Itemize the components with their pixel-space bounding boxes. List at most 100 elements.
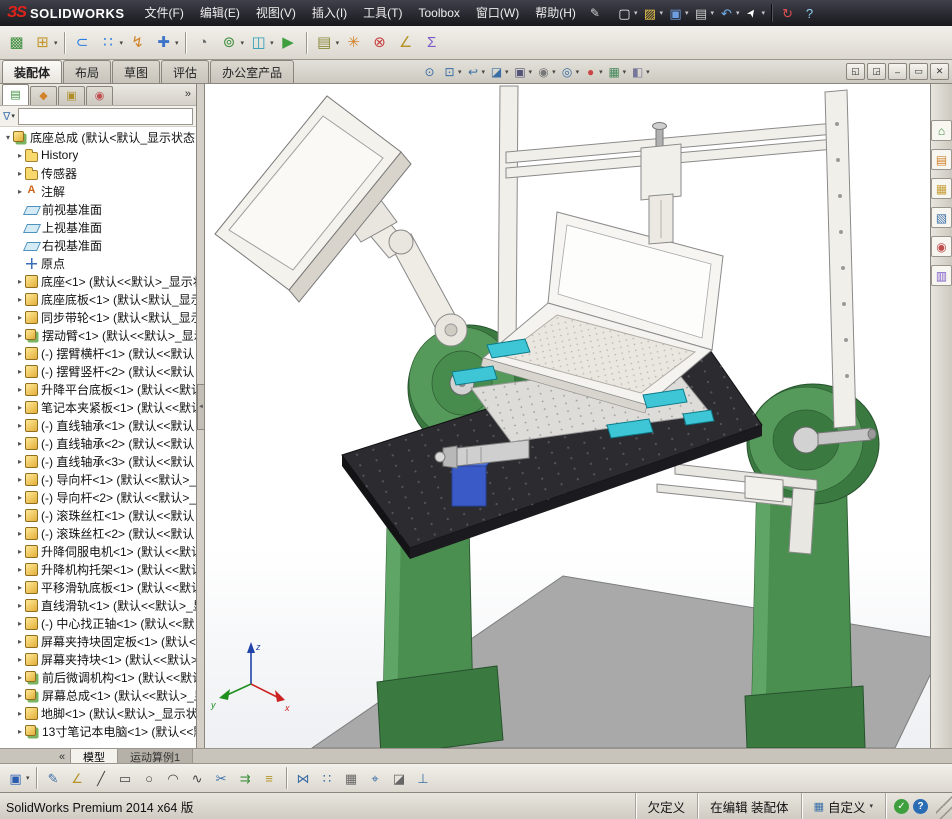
tree-item[interactable]: ▸ 传感器 bbox=[0, 164, 196, 182]
tab-sketch[interactable]: 草图 bbox=[112, 60, 161, 83]
tree-item[interactable]: ▸ (-) 直线轴承<3> (默认<<默认 bbox=[0, 452, 196, 470]
monitor[interactable] bbox=[214, 95, 412, 303]
tree-item[interactable]: ▸ (-) 滚珠丝杠<1> (默认<<默认 bbox=[0, 506, 196, 524]
offset-entities-button[interactable]: ≡ bbox=[258, 768, 282, 789]
mate-button[interactable]: ⊂ bbox=[70, 31, 96, 54]
help-button[interactable]: ? bbox=[799, 4, 821, 23]
expand-arrow-icon[interactable]: ▸ bbox=[15, 493, 25, 502]
expand-arrow-icon[interactable]: ▸ bbox=[15, 475, 25, 484]
tree-item[interactable]: ▸ 同步带轮<1> (默认<默认_显示 bbox=[0, 308, 196, 326]
interference-detection-button[interactable]: ⊗ bbox=[367, 31, 393, 54]
tree-item[interactable]: ▸ 底座底板<1> (默认<默认_显示 bbox=[0, 290, 196, 308]
tab-model[interactable]: 模型 bbox=[71, 749, 118, 764]
right-stand[interactable] bbox=[744, 383, 880, 748]
expand-arrow-icon[interactable]: ▸ bbox=[15, 547, 25, 556]
propertymanager-tab[interactable]: ◆ bbox=[30, 86, 57, 105]
tree-item[interactable]: ▸ 屏幕夹持块固定板<1> (默认< bbox=[0, 632, 196, 650]
tree-item[interactable]: ▸ 平移滑轨底板<1> (默认<<默认 bbox=[0, 578, 196, 596]
tree-item[interactable]: ▾ 底座总成 (默认<默认_显示状态 bbox=[0, 128, 196, 146]
undock-panel-button[interactable]: ◱ bbox=[846, 63, 865, 80]
tree-item[interactable]: ▸ (-) 摆臂横杆<1> (默认<<默认 bbox=[0, 344, 196, 362]
menu-window[interactable]: 窗口(W) bbox=[468, 0, 527, 26]
expand-arrow-icon[interactable]: ▸ bbox=[15, 403, 25, 412]
view-palette-button[interactable]: ▧ bbox=[931, 207, 952, 228]
smart-dimension-button[interactable]: ∠ bbox=[66, 768, 90, 789]
filter-input[interactable] bbox=[17, 107, 193, 125]
display-style-button[interactable]: ◉ ▾ bbox=[534, 64, 558, 81]
circle-button[interactable]: ○ bbox=[138, 768, 162, 789]
expand-arrow-icon[interactable]: ▸ bbox=[15, 583, 25, 592]
expand-arrow-icon[interactable]: ▸ bbox=[15, 421, 25, 430]
tree-item[interactable]: ▸ 屏幕夹持块<1> (默认<<默认>_ bbox=[0, 650, 196, 668]
view-orientation-button[interactable]: ▣ ▾ bbox=[511, 64, 535, 81]
convert-entities-button[interactable]: ⇉ bbox=[234, 768, 258, 789]
expand-arrow-icon[interactable]: ▸ bbox=[15, 691, 25, 700]
zoom-to-fit-button[interactable]: ⊙ bbox=[420, 64, 440, 81]
status-check-icon[interactable]: ✓ bbox=[894, 798, 909, 814]
previous-view-button[interactable]: ↩ ▾ bbox=[464, 64, 488, 81]
expand-arrow-icon[interactable]: ▸ bbox=[15, 277, 25, 286]
tree-item[interactable]: ▸ (-) 摆臂竖杆<2> (默认<<默认 bbox=[0, 362, 196, 380]
side-rails[interactable] bbox=[656, 463, 818, 555]
menu-tools[interactable]: 工具(T) bbox=[355, 0, 410, 26]
expand-arrow-icon[interactable]: ▸ bbox=[15, 529, 25, 538]
expand-arrow-icon[interactable]: ▸ bbox=[15, 709, 25, 718]
expand-arrow-icon[interactable]: ▸ bbox=[15, 385, 25, 394]
tree-item[interactable]: 上视基准面 bbox=[0, 218, 196, 236]
new-document-button[interactable]: ▢ ▾ bbox=[614, 4, 640, 23]
minimize-document-button[interactable]: – bbox=[888, 63, 907, 80]
smart-fasteners-button[interactable]: ↯ bbox=[125, 31, 151, 54]
insert-components-button[interactable]: ⊞ ▾ bbox=[30, 31, 60, 54]
display-grid-button[interactable]: ▦ bbox=[340, 768, 364, 789]
expand-arrow-icon[interactable]: ▸ bbox=[15, 511, 25, 520]
section-button[interactable]: ◪ bbox=[388, 768, 412, 789]
save-button[interactable]: ▣ ▾ bbox=[665, 4, 691, 23]
tab-office-products[interactable]: 办公室产品 bbox=[210, 60, 295, 83]
file-explorer-button[interactable]: ▦ bbox=[931, 178, 952, 199]
expand-arrow-icon[interactable]: ▸ bbox=[15, 439, 25, 448]
apply-scene-button[interactable]: ▦ ▾ bbox=[605, 64, 629, 81]
dock-panel-button[interactable]: ◲ bbox=[867, 63, 886, 80]
tabs-collapse-button[interactable]: « bbox=[54, 749, 71, 764]
mirror-entities-button[interactable]: ⋈ bbox=[292, 768, 316, 789]
menu-toolbox[interactable]: Toolbox bbox=[411, 0, 468, 26]
tab-assembly[interactable]: 装配体 bbox=[2, 60, 63, 83]
line-button[interactable]: ╱ bbox=[90, 768, 114, 789]
filter-caret-icon[interactable]: ▾ bbox=[11, 112, 15, 120]
menu-help[interactable]: 帮助(H) bbox=[527, 0, 584, 26]
tree-item[interactable]: ▸ (-) 直线轴承<2> (默认<<默认 bbox=[0, 434, 196, 452]
expand-arrow-icon[interactable]: ▸ bbox=[15, 637, 25, 646]
panel-splitter[interactable]: ◄ bbox=[197, 84, 205, 748]
sketch-button[interactable]: ✎ bbox=[42, 768, 66, 789]
linear-component-pattern-button[interactable]: ∷ ▾ bbox=[96, 31, 126, 54]
tree-item[interactable]: ▸ 屏幕总成<1> (默认<<默认>_显 bbox=[0, 686, 196, 704]
tree-item[interactable]: ▸ (-) 中心找正轴<1> (默认<<默 bbox=[0, 614, 196, 632]
show-hidden-components-button[interactable]: ◔ bbox=[191, 31, 217, 54]
tree-item[interactable]: ▸ 底座<1> (默认<<默认>_显示状态>) bbox=[0, 272, 196, 290]
menu-file[interactable]: 文件(F) bbox=[137, 0, 192, 26]
new-motion-study-button[interactable]: ▶ bbox=[276, 31, 302, 54]
tree-item[interactable]: ▸ 摆动臂<1> (默认<<默认>_显示 bbox=[0, 326, 196, 344]
tree-item[interactable]: ▸ 笔记本夹紧板<1> (默认<<默认 bbox=[0, 398, 196, 416]
exploded-view-button[interactable]: ✳ bbox=[341, 31, 367, 54]
tab-motion-study-1[interactable]: 运动算例1 bbox=[118, 749, 194, 764]
configurationmanager-tab[interactable]: ▣ bbox=[58, 86, 85, 105]
expand-arrow-icon[interactable]: ▸ bbox=[15, 673, 25, 682]
design-library-button[interactable]: ▤ bbox=[931, 149, 952, 170]
trim-entities-button[interactable]: ✂ bbox=[210, 768, 234, 789]
custom-properties-button[interactable]: ▥ bbox=[931, 265, 952, 286]
custom-dropdown[interactable]: ▦ 自定义 ▾ bbox=[800, 793, 885, 819]
expand-arrow-icon[interactable]: ▸ bbox=[15, 367, 25, 376]
mass-properties-button[interactable]: Σ bbox=[419, 31, 445, 54]
tree-item[interactable]: 原点 bbox=[0, 254, 196, 272]
save-button[interactable]: ▣ ▾ bbox=[4, 768, 32, 789]
rebuild-button[interactable]: ↻ bbox=[777, 4, 799, 23]
featuremanager-tree-tab[interactable]: ▤ bbox=[2, 84, 29, 105]
expand-arrow-icon[interactable]: ▸ bbox=[15, 187, 25, 196]
expand-arrow-icon[interactable]: ▸ bbox=[15, 331, 25, 340]
reference-geometry-button[interactable]: ◫ ▾ bbox=[246, 31, 276, 54]
undo-button[interactable]: ↶ ▾ bbox=[716, 4, 742, 23]
tree-item[interactable]: ▸ History bbox=[0, 146, 196, 164]
tree-item[interactable]: 右视基准面 bbox=[0, 236, 196, 254]
close-document-button[interactable]: ✕ bbox=[930, 63, 949, 80]
